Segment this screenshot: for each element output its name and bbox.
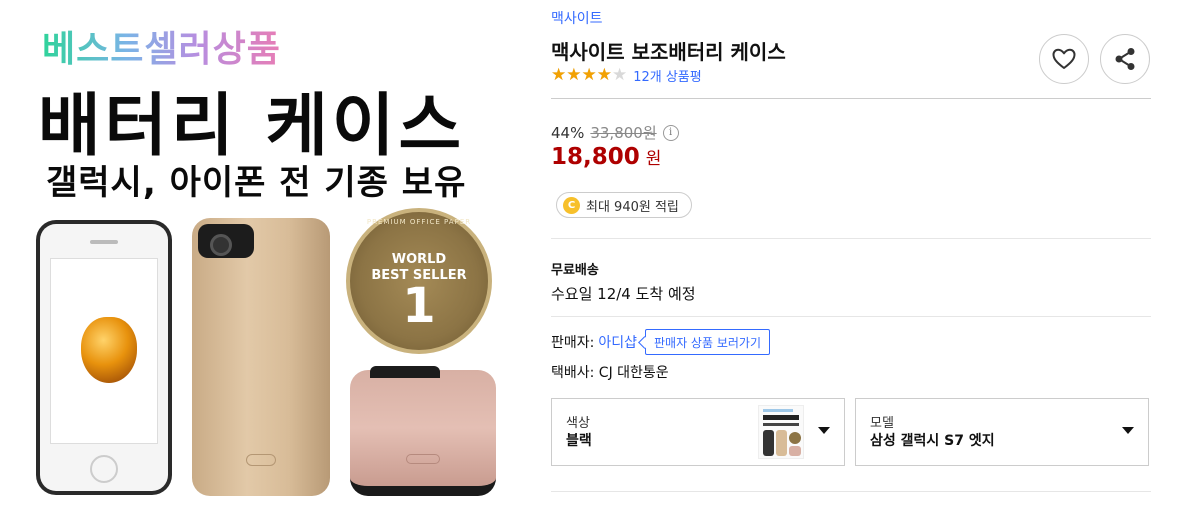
share-button[interactable]: [1100, 34, 1150, 84]
option-thumbnail: [758, 405, 804, 459]
model-option-select[interactable]: 모델 삼성 갤럭시 S7 엣지: [855, 398, 1149, 466]
option-value: 블랙: [566, 433, 592, 449]
share-icon: [1115, 48, 1135, 70]
product-info-panel: 맥사이트 맥사이트 보조배터리 케이스 ★★★★★ ★★★★★ 12개 상품평 …: [551, 0, 1151, 506]
badge-number: 1: [402, 278, 436, 334]
color-option-select[interactable]: 색상 블랙: [551, 398, 845, 466]
arrival-date: 수요일 12/4 도착 예정: [551, 285, 696, 303]
discount-row: 44% 33,800원 i: [551, 122, 679, 143]
rating-row: ★★★★★ ★★★★★ 12개 상품평: [551, 66, 702, 85]
phone-front-illustration: [36, 220, 172, 495]
image-headline-bestseller: 베스트셀러상품: [42, 20, 281, 72]
apple-logo-graphic: [81, 317, 137, 383]
seller-label: 판매자:: [551, 335, 595, 351]
brand-link[interactable]: 맥사이트: [551, 8, 603, 28]
view-seller-products-button[interactable]: 판매자 상품 보러가기: [645, 329, 770, 355]
coin-icon: C: [563, 196, 580, 214]
divider: [551, 238, 1151, 239]
courier-info: 택배사: CJ 대한통운: [551, 365, 669, 381]
option-value: 삼성 갤럭시 S7 엣지: [870, 433, 995, 449]
review-count-link[interactable]: 12개 상품평: [633, 66, 702, 85]
discount-rate: 44%: [551, 123, 585, 142]
image-headline-compatibility: 갤럭시, 아이폰 전 기종 보유: [46, 163, 467, 203]
star-rating: ★★★★★ ★★★★★: [551, 66, 627, 84]
option-label: 모델: [870, 416, 894, 431]
original-price: 33,800원: [590, 124, 657, 142]
option-label: 색상: [566, 416, 590, 431]
shipping-label: 무료배송: [551, 263, 599, 278]
chevron-down-icon: [1122, 427, 1134, 434]
seller-row: 판매자: 아디샵 판매자 상품 보러가기: [551, 329, 770, 355]
info-icon[interactable]: i: [662, 124, 679, 141]
reward-badge: C 최대 940원 적립: [556, 192, 692, 218]
divider: [551, 98, 1151, 99]
divider: [551, 491, 1151, 492]
product-title: 맥사이트 보조배터리 케이스: [551, 40, 786, 64]
reward-text: 최대 940원 적립: [586, 199, 679, 215]
badge-ring-text: PREMIUM OFFICE PAPER: [366, 218, 472, 226]
rose-gold-case-illustration: [350, 366, 496, 496]
divider: [551, 316, 1151, 317]
heart-icon: [1052, 48, 1076, 69]
wishlist-button[interactable]: [1039, 34, 1089, 84]
product-main-image[interactable]: 베스트셀러상품 배터리 케이스 갤럭시, 아이폰 전 기종 보유 PREMIUM…: [0, 0, 520, 506]
gold-case-illustration: [192, 218, 330, 496]
chevron-down-icon: [818, 427, 830, 434]
currency-unit: 원: [645, 149, 662, 169]
seller-name-link[interactable]: 아디샵: [598, 332, 637, 352]
sale-price: 18,800: [551, 144, 640, 170]
star-rating-filled: ★★★★★: [551, 66, 612, 84]
world-best-seller-badge: PREMIUM OFFICE PAPER WORLD BEST SELLER 1: [346, 208, 492, 354]
sale-price-row: 18,800 원: [551, 144, 661, 170]
badge-line1: WORLD: [391, 252, 447, 267]
